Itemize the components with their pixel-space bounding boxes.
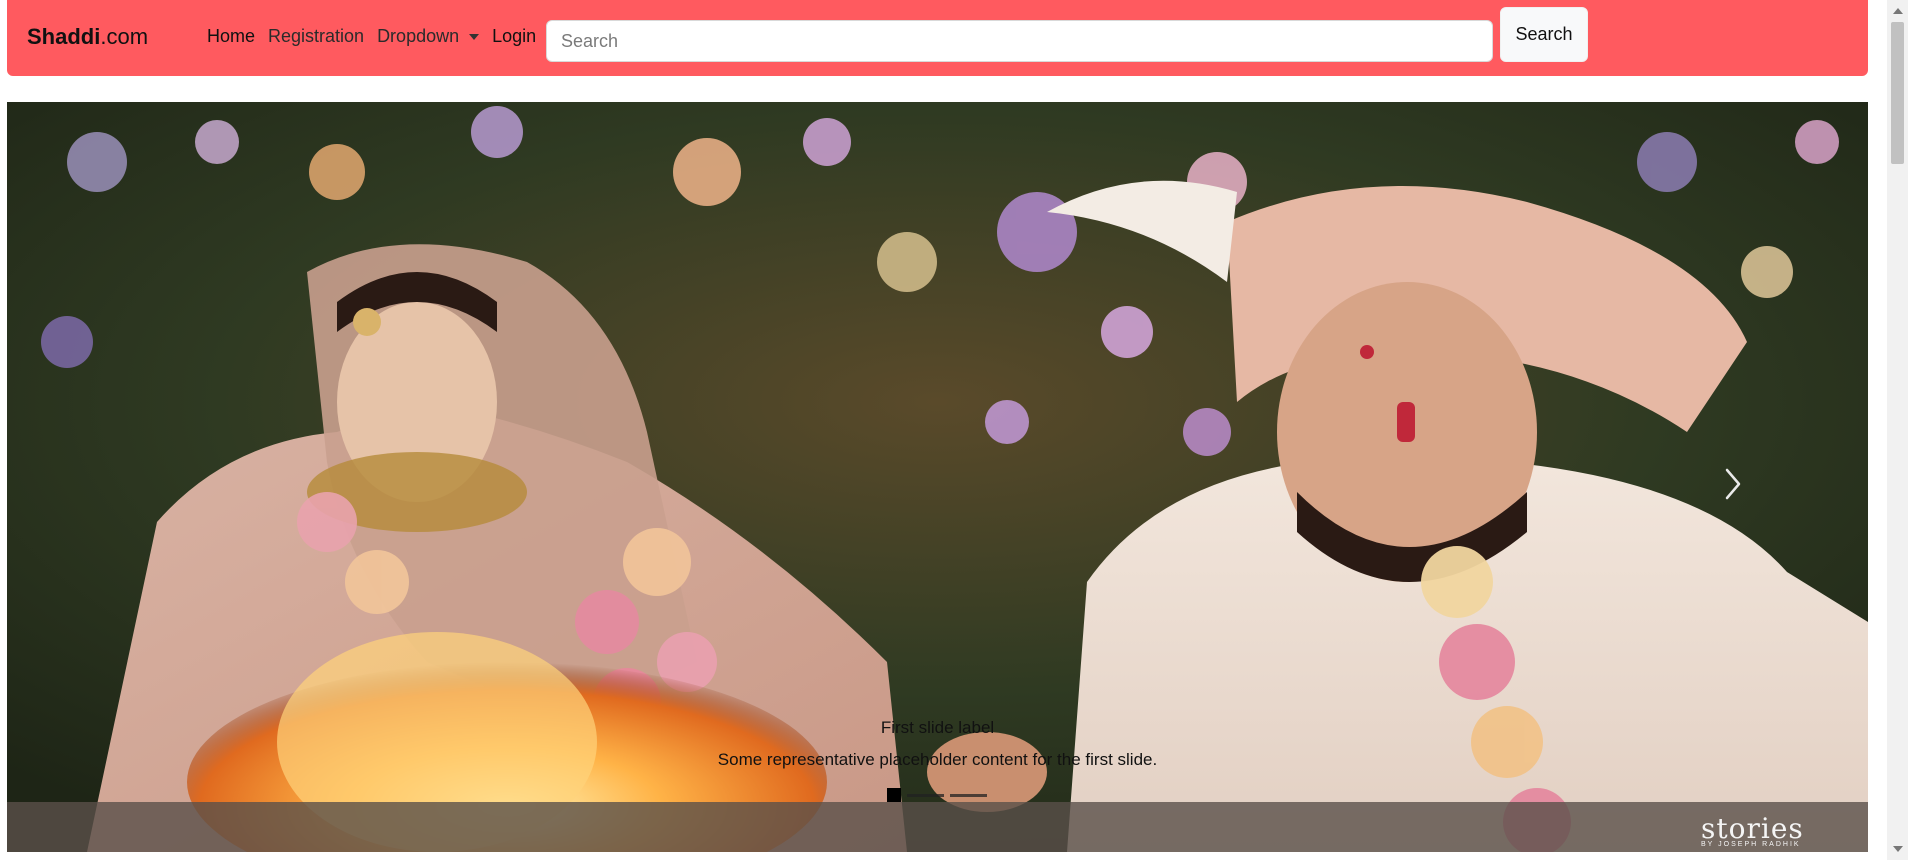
carousel-indicator-2[interactable] bbox=[907, 793, 944, 797]
stories-watermark: stories BY JOSEPH RADHIK bbox=[1701, 812, 1804, 848]
brand-name: Shaddi bbox=[27, 24, 101, 49]
page-scrollbar[interactable] bbox=[1887, 0, 1908, 860]
carousel-indicators bbox=[887, 788, 987, 802]
carousel-indicator-3[interactable] bbox=[950, 793, 987, 797]
slide-caption-title: First slide label bbox=[880, 718, 995, 737]
carousel-indicator-1[interactable] bbox=[887, 788, 901, 802]
page: Shaddi.com Home Registration Dropdown Lo… bbox=[0, 0, 1908, 860]
scroll-up-icon[interactable] bbox=[1893, 8, 1903, 14]
slide-caption: First slide label Some representative pl… bbox=[7, 718, 1868, 770]
slide-caption-text: Some representative placeholder content … bbox=[717, 750, 1158, 769]
brand-domain: .com bbox=[100, 24, 149, 49]
nav-dropdown-label: Dropdown bbox=[377, 26, 460, 46]
nav-dropdown-toggle[interactable]: Dropdown bbox=[377, 26, 480, 47]
nav-login-link[interactable]: Login bbox=[492, 26, 536, 47]
search-input[interactable] bbox=[546, 20, 1493, 62]
hero-carousel: First slide label Some representative pl… bbox=[7, 102, 1868, 852]
scrollbar-thumb[interactable] bbox=[1891, 22, 1904, 164]
chevron-right-icon[interactable] bbox=[1721, 464, 1745, 504]
watermark-subtext: BY JOSEPH RADHIK bbox=[1701, 841, 1801, 848]
search-button[interactable]: Search bbox=[1500, 7, 1588, 62]
nav-home-link[interactable]: Home bbox=[207, 26, 255, 47]
navbar: Shaddi.com Home Registration Dropdown Lo… bbox=[7, 0, 1868, 76]
nav-registration-link[interactable]: Registration bbox=[268, 26, 364, 47]
nav-links: Home Registration Dropdown Login bbox=[207, 26, 549, 47]
scroll-down-icon[interactable] bbox=[1893, 846, 1903, 852]
brand-logo[interactable]: Shaddi.com bbox=[27, 24, 148, 50]
caret-down-icon bbox=[469, 33, 480, 40]
